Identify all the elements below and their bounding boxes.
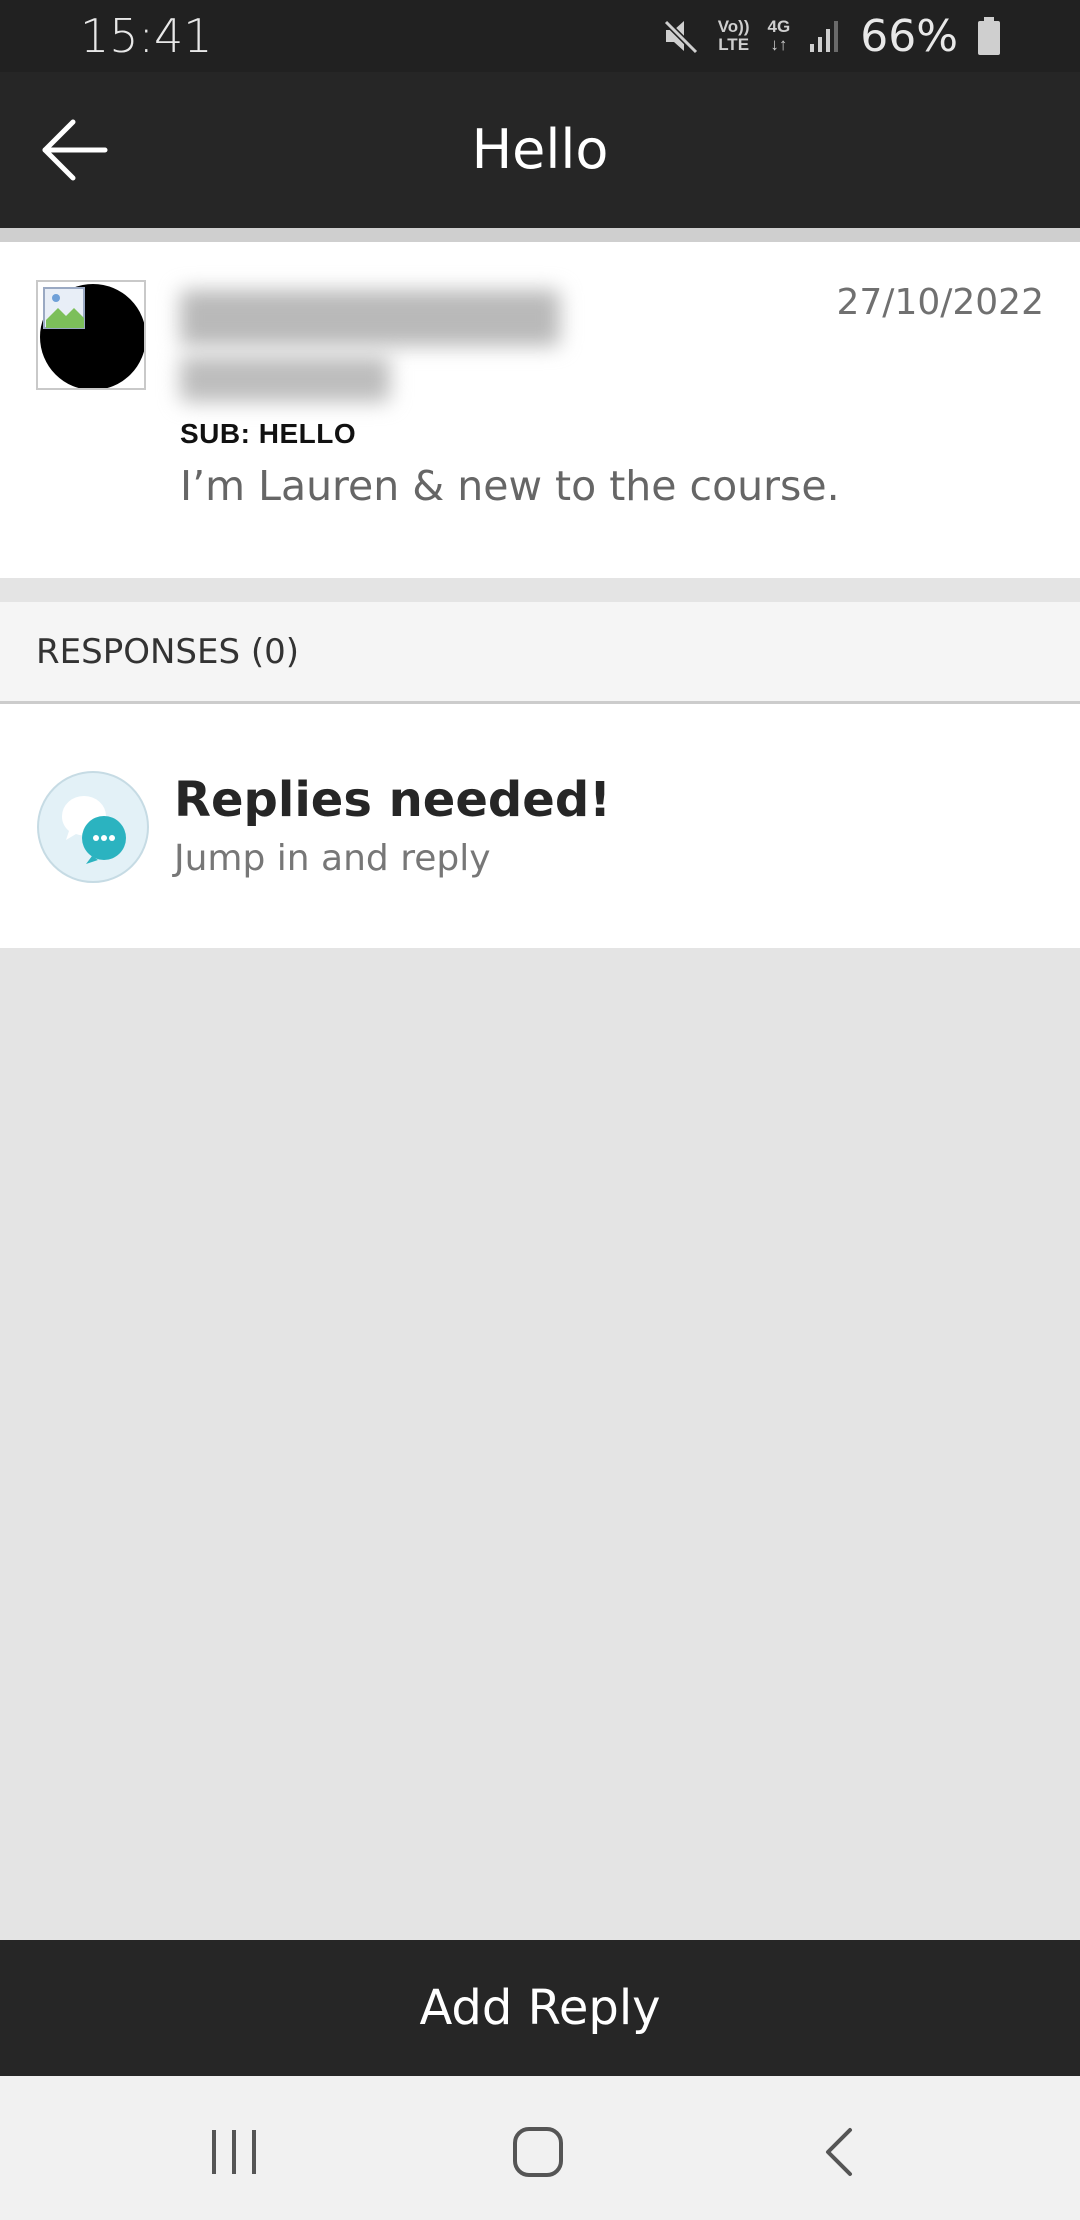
- battery-icon: [978, 17, 1000, 55]
- author-surname-redacted: [180, 356, 390, 402]
- system-nav-bar: [0, 2076, 1080, 2220]
- signal-icon: [810, 21, 839, 52]
- replies-needed-card: Replies needed! Jump in and reply: [0, 704, 1080, 948]
- home-icon: [513, 2127, 563, 2177]
- battery-percent: 66%: [860, 10, 958, 62]
- status-icons: Vo)) LTE 4G ↓↑ 66%: [660, 10, 1002, 62]
- replies-needed-title: Replies needed!: [174, 772, 612, 828]
- volte-indicator: Vo)) LTE: [718, 18, 750, 54]
- data-arrows: ↓↑: [770, 35, 788, 54]
- app-bar: Hello: [0, 72, 1080, 228]
- broken-image-icon: [43, 287, 85, 329]
- recent-apps-button[interactable]: [196, 2120, 276, 2184]
- home-button[interactable]: [498, 2120, 578, 2184]
- responses-label: RESPONSES (0): [36, 632, 300, 672]
- chevron-left-icon: [826, 2128, 852, 2176]
- post-subject: SUB: HELLO: [180, 418, 357, 449]
- data-indicator: 4G ↓↑: [768, 18, 791, 54]
- post-body: I’m Lauren & new to the course.: [180, 462, 840, 510]
- page-title: Hello: [471, 118, 609, 181]
- header-divider: [0, 228, 1080, 242]
- status-bar: 15:41 Vo)) LTE 4G ↓↑ 66%: [0, 0, 1080, 72]
- avatar[interactable]: [36, 280, 146, 390]
- add-reply-button[interactable]: Add Reply: [0, 1940, 1080, 2076]
- recent-apps-icon: [212, 2130, 256, 2174]
- status-time: 15:41: [80, 9, 213, 63]
- chat-bubbles-icon: [37, 771, 149, 883]
- section-gap: [0, 578, 1080, 602]
- volte-top: Vo)): [717, 17, 750, 36]
- mute-icon: [663, 19, 698, 55]
- replies-needed-subtitle: Jump in and reply: [174, 838, 491, 879]
- data-type: 4G: [767, 17, 791, 36]
- system-back-button[interactable]: [800, 2120, 880, 2184]
- responses-header: RESPONSES (0): [0, 602, 1080, 704]
- author-name-redacted: [180, 290, 560, 346]
- post-date: 27/10/2022: [836, 282, 1045, 323]
- post-card: 27/10/2022 SUB: HELLO I’m Lauren & new t…: [0, 242, 1080, 578]
- volte-bottom: LTE: [718, 35, 750, 54]
